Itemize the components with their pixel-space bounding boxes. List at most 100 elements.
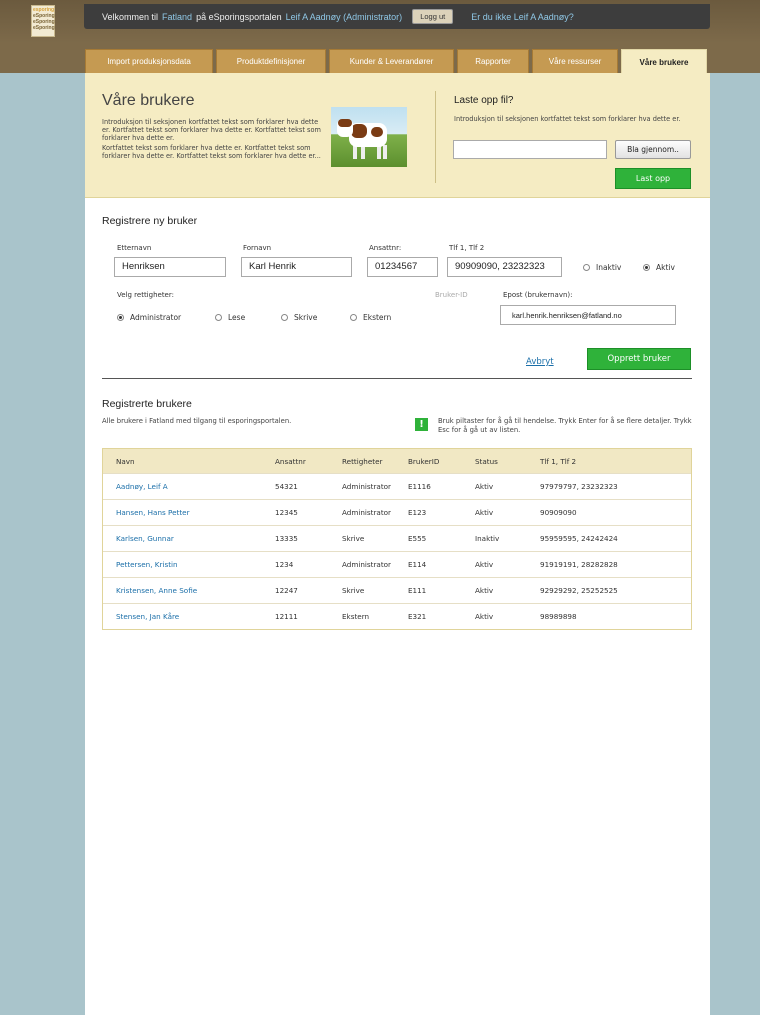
- users-table: Navn Ansattnr Rettigheter BrukerID Statu…: [102, 448, 692, 630]
- phone-label: Tlf 1, Tlf 2: [449, 244, 485, 252]
- status-active-radio[interactable]: Aktiv: [643, 263, 675, 272]
- cell: Skrive: [342, 586, 365, 595]
- welcome-mid: på eSporingsportalen: [196, 11, 282, 22]
- cell: E1116: [408, 482, 431, 491]
- cell: 13335: [275, 534, 298, 543]
- tab-vare-brukere[interactable]: Våre brukere: [621, 49, 707, 74]
- tab-import-produksjonsdata[interactable]: Import produksjonsdata: [85, 49, 213, 73]
- create-user-button[interactable]: Opprett bruker: [587, 348, 691, 370]
- register-title: Registrere ny bruker: [102, 215, 198, 227]
- tab-kunder-leverandorer[interactable]: Kunder & Leverandører: [329, 49, 454, 73]
- tab-produktdefinisjoner[interactable]: Produktdefinisjoner: [216, 49, 326, 73]
- email-input[interactable]: karl.henrik.henriksen@fatland.no: [500, 305, 676, 325]
- empno-label: Ansattnr:: [369, 244, 402, 252]
- radio-dot: [350, 314, 357, 321]
- table-row[interactable]: Hansen, Hans Petter 12345 Administrator …: [103, 499, 691, 525]
- radio-dot: [117, 314, 124, 321]
- section-divider: [102, 378, 692, 379]
- users-subtitle: Alle brukere i Fatland med tilgang til e…: [102, 417, 292, 425]
- cell: 92929292, 25252525: [540, 586, 618, 595]
- user-name-link[interactable]: Hansen, Hans Petter: [103, 508, 275, 517]
- cell: E123: [408, 508, 427, 517]
- upload-button[interactable]: Last opp: [615, 168, 691, 189]
- cell: Administrator: [342, 560, 391, 569]
- user-name-link[interactable]: Pettersen, Kristin: [103, 560, 275, 569]
- browse-button[interactable]: Bla gjennom..: [615, 140, 691, 159]
- radio-dot: [583, 264, 590, 271]
- cell: Inaktiv: [475, 534, 500, 543]
- not-me-link[interactable]: Er du ikke Leif A Aadnøy?: [471, 12, 574, 22]
- cell: Aktiv: [475, 586, 494, 595]
- status-inactive-radio[interactable]: Inaktiv: [583, 263, 621, 272]
- status-active-label: Aktiv: [656, 263, 675, 272]
- empno-input[interactable]: 01234567: [367, 257, 438, 277]
- cell: Aktiv: [475, 612, 494, 621]
- logo-line: eSporing: [33, 25, 55, 31]
- cell: E111: [408, 586, 427, 595]
- tab-rapporter[interactable]: Rapporter: [457, 49, 529, 73]
- user-name-link[interactable]: Stensen, Jan Kåre: [103, 612, 275, 621]
- userid-label: Bruker-ID: [435, 291, 468, 299]
- user-name-link[interactable]: Kristensen, Anne Sofie: [103, 586, 275, 595]
- esporing-logo: esporing eSporing eSporing eSporing: [31, 5, 55, 37]
- cell: 98989898: [540, 612, 577, 621]
- right-lese-radio[interactable]: Lese: [215, 313, 245, 322]
- right-ekstern-radio[interactable]: Ekstern: [350, 313, 391, 322]
- cell: 12111: [275, 612, 298, 621]
- col-header[interactable]: Navn: [103, 457, 275, 466]
- rights-label: Velg rettigheter:: [117, 291, 174, 299]
- cell: 1234: [275, 560, 294, 569]
- cow-image: [331, 107, 407, 167]
- table-row[interactable]: Stensen, Jan Kåre 12111 Ekstern E321 Akt…: [103, 603, 691, 629]
- logout-button[interactable]: Logg ut: [412, 9, 454, 24]
- col-header[interactable]: Status: [475, 457, 540, 466]
- firstname-input[interactable]: Karl Henrik: [241, 257, 352, 277]
- col-header[interactable]: Tlf 1, Tlf 2: [540, 457, 690, 466]
- cell: 54321: [275, 482, 298, 491]
- main-panel: Våre brukere Introduksjon til seksjonen …: [85, 73, 710, 1015]
- table-row[interactable]: Kristensen, Anne Sofie 12247 Skrive E111…: [103, 577, 691, 603]
- intro-paragraph: Kortfattet tekst som forklarer hva dette…: [102, 144, 321, 160]
- current-user: Leif A Aadnøy (Administrator): [285, 11, 403, 22]
- cell: E321: [408, 612, 427, 621]
- cell: Ekstern: [342, 612, 370, 621]
- col-header[interactable]: Ansattnr: [275, 457, 342, 466]
- cell: Aktiv: [475, 560, 494, 569]
- cell: 95959595, 24242424: [540, 534, 618, 543]
- user-name-link[interactable]: Aadnøy, Leif A: [103, 482, 275, 491]
- table-row[interactable]: Karlsen, Gunnar 13335 Skrive E555 Inakti…: [103, 525, 691, 551]
- tab-vare-ressurser[interactable]: Våre ressurser: [532, 49, 618, 73]
- welcome-prefix: Velkommen til: [102, 11, 159, 22]
- keyboard-hint: Bruk piltaster for å gå til hendelse. Tr…: [438, 417, 692, 434]
- cell: E555: [408, 534, 427, 543]
- info-exclamation-icon: !: [415, 418, 428, 431]
- upload-title: Laste opp fil?: [454, 95, 514, 106]
- company-link[interactable]: Fatland: [162, 12, 192, 22]
- cell: E114: [408, 560, 427, 569]
- main-tabs: Import produksjonsdata Produktdefinisjon…: [85, 49, 707, 74]
- right-skrive-radio[interactable]: Skrive: [281, 313, 317, 322]
- right-label: Administrator: [130, 313, 182, 322]
- col-header[interactable]: BrukerID: [408, 457, 475, 466]
- intro-text: Introduksjon til seksjonen kortfattet te…: [102, 118, 324, 162]
- intro-divider: [435, 91, 436, 183]
- table-row[interactable]: Aadnøy, Leif A 54321 Administrator E1116…: [103, 473, 691, 499]
- right-label: Ekstern: [363, 313, 392, 322]
- lastname-input[interactable]: Henriksen: [114, 257, 226, 277]
- cancel-link[interactable]: Avbryt: [526, 357, 554, 367]
- page-title: Våre brukere: [102, 92, 195, 109]
- user-name-link[interactable]: Karlsen, Gunnar: [103, 534, 275, 543]
- table-row[interactable]: Pettersen, Kristin 1234 Administrator E1…: [103, 551, 691, 577]
- file-path-input[interactable]: [453, 140, 607, 159]
- right-administrator-radio[interactable]: Administrator: [117, 313, 181, 322]
- cell: Administrator: [342, 482, 391, 491]
- cell: Aktiv: [475, 482, 494, 491]
- radio-dot: [281, 314, 288, 321]
- intro-section: Våre brukere Introduksjon til seksjonen …: [85, 73, 710, 198]
- col-header[interactable]: Rettigheter: [342, 457, 408, 466]
- phone-input[interactable]: 90909090, 23232323: [447, 257, 562, 277]
- users-title: Registrerte brukere: [102, 398, 192, 410]
- lastname-label: Etternavn: [117, 244, 152, 252]
- radio-dot: [643, 264, 650, 271]
- cell: Administrator: [342, 508, 391, 517]
